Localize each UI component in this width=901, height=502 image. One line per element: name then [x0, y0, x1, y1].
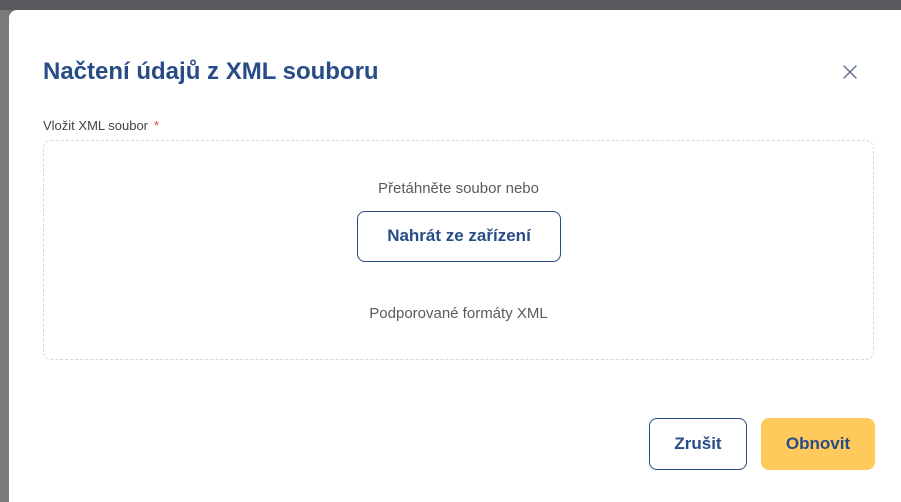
drop-hint: Přetáhněte soubor nebo [378, 180, 539, 197]
supported-formats-text: Podporované formáty XML [369, 305, 548, 322]
backdrop-edge [0, 10, 9, 502]
xml-import-dialog: Načtení údajů z XML souboru Vložit XML s… [9, 10, 901, 502]
backdrop-strip [0, 0, 901, 10]
required-indicator: * [154, 118, 160, 133]
cancel-button[interactable]: Zrušit [649, 418, 747, 470]
submit-button[interactable]: Obnovit [761, 418, 875, 470]
close-button[interactable] [842, 64, 858, 80]
xml-file-label-text: Vložit XML soubor [43, 118, 149, 133]
close-icon [843, 65, 857, 79]
file-dropzone[interactable]: Přetáhněte soubor nebo Nahrát ze zařízen… [43, 140, 874, 360]
dialog-title: Načtení údajů z XML souboru [43, 58, 379, 85]
xml-file-label: Vložit XML soubor * [43, 118, 159, 134]
upload-from-device-button[interactable]: Nahrát ze zařízení [357, 211, 561, 262]
